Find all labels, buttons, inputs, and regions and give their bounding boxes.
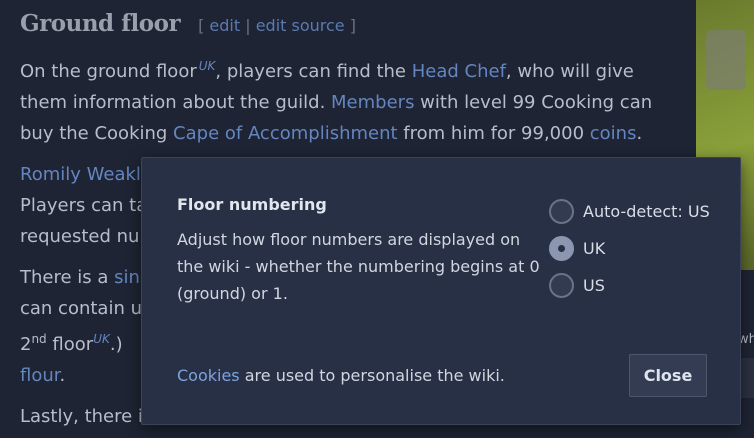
dialog-description: Adjust how floor numbers are displayed o…: [177, 230, 540, 303]
ordinal-suffix: nd: [31, 332, 47, 346]
paragraph-1: On the ground floor UK, players can find …: [20, 51, 660, 149]
romily-link[interactable]: Romily Weakl: [20, 164, 141, 185]
text: can contain up: [20, 298, 154, 319]
radio-us[interactable]: [549, 273, 574, 298]
close-button[interactable]: Close: [629, 354, 707, 397]
text: .: [636, 123, 643, 144]
text: 2: [20, 334, 32, 355]
text: Players can ta: [20, 195, 148, 216]
text: , players can find the: [215, 61, 412, 82]
text: from him for 99,000: [397, 123, 590, 144]
text: There is a: [20, 267, 115, 288]
flour-link[interactable]: flour: [20, 365, 60, 386]
text: .): [109, 334, 123, 355]
option-label: UK: [583, 239, 606, 258]
map-rock: [706, 30, 746, 90]
head-chef-link[interactable]: Head Chef: [412, 61, 506, 82]
option-uk[interactable]: UK: [549, 230, 710, 267]
option-auto-detect[interactable]: Auto-detect: US: [549, 193, 710, 230]
footer-text: are used to personalise the wiki.: [239, 366, 505, 385]
radio-auto-detect[interactable]: [549, 199, 574, 224]
dialog-title: Floor numbering: [177, 195, 327, 214]
uk-floor-link[interactable]: UK: [199, 59, 216, 73]
text: requested nur: [20, 226, 147, 247]
option-label: Auto-detect: US: [583, 202, 710, 221]
cookies-link[interactable]: Cookies: [177, 366, 240, 385]
members-link[interactable]: Members: [331, 92, 414, 113]
section-title: Ground floor: [20, 10, 181, 37]
text: .: [59, 365, 66, 386]
text: floor: [46, 334, 94, 355]
uk-floor-link-2[interactable]: UK: [93, 332, 110, 346]
floor-numbering-options: Auto-detect: US UK US: [549, 193, 710, 304]
option-label: US: [583, 276, 605, 295]
edit-source-link[interactable]: edit source: [256, 16, 345, 35]
section-heading: Ground floor [ edit | edit source ]: [20, 10, 696, 37]
radio-uk[interactable]: [549, 236, 574, 261]
floor-numbering-dialog: Floor numbering Adjust how floor numbers…: [141, 157, 741, 425]
coins-link[interactable]: coins: [590, 123, 637, 144]
dialog-footer-text: Cookies are used to personalise the wiki…: [177, 366, 505, 385]
edit-section-links: [ edit | edit source ]: [198, 16, 356, 35]
text: On the ground floor: [20, 61, 197, 82]
option-us[interactable]: US: [549, 267, 710, 304]
cape-link[interactable]: Cape of Accomplishment: [173, 123, 398, 144]
edit-link[interactable]: edit: [209, 16, 240, 35]
